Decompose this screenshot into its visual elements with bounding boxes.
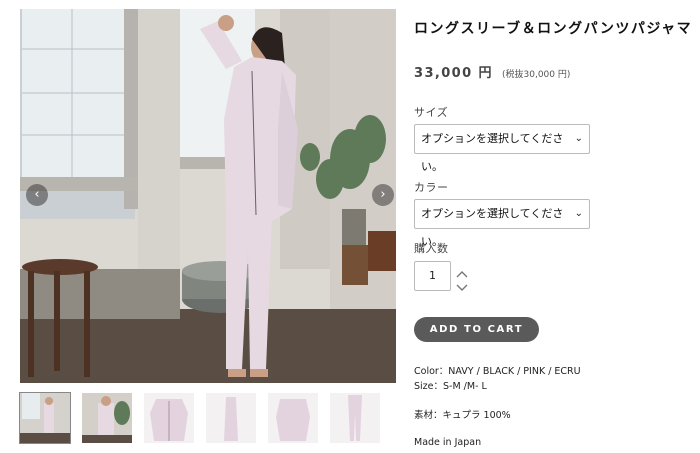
chevron-down-icon: ⌄ xyxy=(574,133,583,144)
thumbnail-6[interactable] xyxy=(330,393,380,443)
gallery-prev-button[interactable]: ‹ xyxy=(26,184,48,206)
chevron-down-icon xyxy=(456,284,468,291)
quantity-decrease-button[interactable] xyxy=(456,278,468,291)
description-size: Size：S-M /M- L xyxy=(414,381,487,392)
gallery-next-button[interactable]: › xyxy=(372,184,394,206)
chevron-right-icon: › xyxy=(380,187,386,202)
product-price: 33,000 円 xyxy=(414,66,493,81)
color-select[interactable]: オプションを選択してください。 ⌄ xyxy=(414,199,590,248)
color-label: カラー xyxy=(414,181,449,194)
price-before-tax: (税抜30,000 円) xyxy=(502,70,571,80)
size-select[interactable]: オプションを選択してください。 ⌄ xyxy=(414,124,590,173)
quantity-input[interactable]: 1 xyxy=(414,261,451,291)
size-label: サイズ xyxy=(414,106,449,119)
quantity-increase-button[interactable] xyxy=(456,264,468,278)
product-main-image xyxy=(20,9,396,383)
thumbnail-1[interactable] xyxy=(19,392,71,444)
thumbnail-2[interactable] xyxy=(82,393,132,443)
thumbnail-5[interactable] xyxy=(268,393,318,443)
quantity-label: 購入数 xyxy=(414,242,449,255)
chevron-down-icon: ⌄ xyxy=(574,208,583,219)
thumbnail-3[interactable] xyxy=(144,393,194,443)
chevron-left-icon: ‹ xyxy=(34,187,40,202)
description-color: Color：NAVY / BLACK / PINK / ECRU xyxy=(414,366,581,377)
size-select-value: オプションを選択してください。 xyxy=(421,132,564,173)
add-to-cart-button[interactable]: ADD TO CART xyxy=(414,317,539,342)
description-material: 素材：キュプラ 100% xyxy=(414,410,511,421)
description-origin: Made in Japan xyxy=(414,437,482,448)
price-block: 33,000 円 (税抜30,000 円) xyxy=(414,62,570,81)
thumbnail-4[interactable] xyxy=(206,393,256,443)
product-title: ロングスリーブ＆ロングパンツパジャマ xyxy=(414,21,693,37)
